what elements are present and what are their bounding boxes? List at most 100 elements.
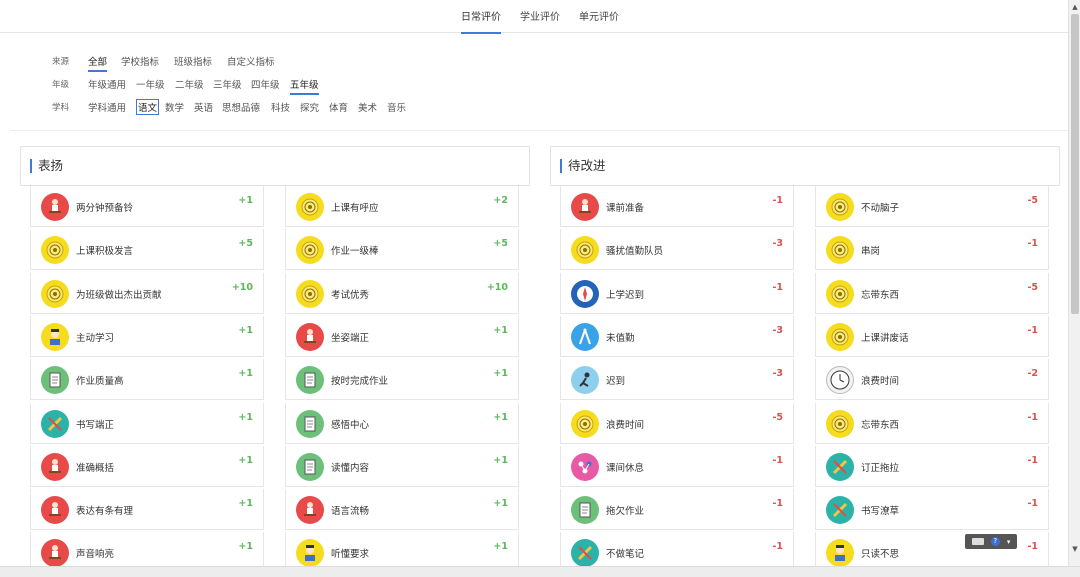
subject-filter-option[interactable]: 探究 xyxy=(300,100,319,116)
subject-filter-option[interactable]: 音乐 xyxy=(387,100,406,116)
scroll-down-arrow-icon[interactable]: ▼ xyxy=(1070,544,1080,554)
praise-item-card[interactable]: 感悟中心 +1 xyxy=(285,402,519,444)
item-name: 上课有呼应 xyxy=(331,203,379,214)
medal-icon xyxy=(826,322,854,351)
medal-icon xyxy=(296,193,324,221)
tab-unit-evaluation[interactable]: 单元评价 xyxy=(579,8,619,32)
source-filter-option[interactable]: 班级指标 xyxy=(174,54,212,70)
item-name: 听懂要求 xyxy=(331,549,370,561)
improve-item-card[interactable]: 骚扰值勤队员 -3 xyxy=(560,229,794,271)
vertical-scrollbar[interactable]: ▲ ▼ xyxy=(1068,0,1080,566)
grade-filter-option[interactable]: 年级通用 xyxy=(88,77,126,93)
item-name: 上课讲废话 xyxy=(861,332,909,344)
grade-filter-option[interactable]: 三年级 xyxy=(213,77,242,93)
subject-filter-option[interactable]: 语文 xyxy=(136,99,160,115)
subject-filter: 学科 学科通用 语文 数学 英语 思想品德 科技 探究 体育 美术 音乐 xyxy=(0,98,700,116)
subject-filter-option[interactable]: 数学 xyxy=(165,100,184,116)
student-icon xyxy=(826,539,854,568)
item-score: +5 xyxy=(238,238,253,250)
item-score: -5 xyxy=(1027,281,1038,293)
item-score: -1 xyxy=(1027,541,1038,553)
source-filter-option[interactable]: 全部 xyxy=(88,54,108,72)
improve-item-card[interactable]: 忘带东西 -5 xyxy=(815,272,1049,314)
subject-filter-option[interactable]: 英语 xyxy=(194,100,213,116)
item-name: 浪费时间 xyxy=(861,376,900,388)
dropdown-icon[interactable]: ▾ xyxy=(1007,537,1011,547)
item-score: +1 xyxy=(238,498,253,510)
item-name: 书写端正 xyxy=(76,419,115,431)
praise-item-card[interactable]: 上课积极发言 +5 xyxy=(30,229,264,271)
improve-item-card[interactable]: 浪费时间 -2 xyxy=(815,359,1049,401)
item-name: 作业质量高 xyxy=(76,376,124,388)
source-filter-option[interactable]: 自定义指标 xyxy=(227,54,275,70)
medal-icon xyxy=(41,279,69,308)
grade-filter-option[interactable]: 四年级 xyxy=(251,77,280,93)
source-filter: 来源 全部 学校指标 班级指标 自定义指标 xyxy=(0,52,700,72)
item-score: +1 xyxy=(493,454,508,466)
praise-item-card[interactable]: 作业一级棒 +5 xyxy=(285,229,519,271)
improve-item-card[interactable]: 串岗 -1 xyxy=(815,229,1049,271)
item-score: -1 xyxy=(772,195,783,206)
scrollbar-thumb[interactable] xyxy=(1071,14,1079,314)
praise-item-card[interactable]: 两分钟预备铃 +1 xyxy=(30,186,264,227)
grade-filter-option[interactable]: 五年级 xyxy=(290,77,319,95)
praise-item-card[interactable]: 准确概括 +1 xyxy=(30,445,264,487)
praise-item-card[interactable]: 作业质量高 +1 xyxy=(30,359,264,401)
keyboard-icon[interactable] xyxy=(971,538,984,545)
item-name: 两分钟预备铃 xyxy=(76,203,134,214)
item-name: 串岗 xyxy=(861,246,881,258)
subject-filter-option[interactable]: 美术 xyxy=(358,100,377,116)
improve-item-card[interactable]: 未值勤 -3 xyxy=(560,315,794,357)
improve-item-card[interactable]: 课前准备 -1 xyxy=(560,186,794,227)
item-score: -1 xyxy=(772,498,783,510)
praise-item-card[interactable]: 考试优秀 +10 xyxy=(285,272,519,314)
input-method-widget[interactable]: ? ▾ xyxy=(965,534,1017,549)
item-name: 书写潦草 xyxy=(861,506,900,518)
improve-item-card[interactable]: 书写潦草 -1 xyxy=(815,489,1049,531)
medal-icon xyxy=(296,236,324,265)
praise-item-card[interactable]: 书写端正 +1 xyxy=(30,402,264,444)
item-score: +1 xyxy=(493,368,508,380)
grade-filter: 年级 年级通用 一年级 二年级 三年级 四年级 五年级 xyxy=(0,75,700,95)
improve-item-card[interactable]: 上课讲废话 -1 xyxy=(815,315,1049,357)
tab-academic-evaluation[interactable]: 学业评价 xyxy=(520,8,560,32)
improve-item-card[interactable]: 课间休息 -1 xyxy=(560,445,794,487)
improve-item-card[interactable]: 迟到 -3 xyxy=(560,359,794,401)
praise-item-card[interactable]: 主动学习 +1 xyxy=(30,315,264,357)
praise-item-card[interactable]: 为班级做出杰出贡献 +10 xyxy=(30,272,264,314)
praise-item-card[interactable]: 上课有呼应 +2 xyxy=(285,186,519,227)
item-score: -1 xyxy=(1027,238,1038,250)
item-name: 浪费时间 xyxy=(606,419,645,431)
grade-filter-option[interactable]: 二年级 xyxy=(175,77,204,93)
scroll-up-arrow-icon[interactable]: ▲ xyxy=(1070,2,1080,12)
praise-item-card[interactable]: 读懂内容 +1 xyxy=(285,445,519,487)
praise-item-card[interactable]: 表达有条有理 +1 xyxy=(30,489,264,531)
improve-item-card[interactable]: 上学迟到 -1 xyxy=(560,272,794,314)
item-score: +1 xyxy=(238,368,253,380)
improve-item-card[interactable]: 订正拖拉 -1 xyxy=(815,445,1049,487)
source-filter-option[interactable]: 学校指标 xyxy=(121,54,159,70)
praise-item-card[interactable]: 坐姿端正 +1 xyxy=(285,315,519,357)
item-score: +1 xyxy=(238,541,253,553)
subject-filter-option[interactable]: 思想品德 xyxy=(222,100,260,116)
subject-filter-option[interactable]: 体育 xyxy=(329,100,348,116)
tab-daily-evaluation[interactable]: 日常评价 xyxy=(461,8,501,34)
praise-item-card[interactable]: 语言流畅 +1 xyxy=(285,489,519,531)
medal-icon xyxy=(826,279,854,308)
improve-item-card[interactable]: 浪费时间 -5 xyxy=(560,402,794,444)
improve-item-card[interactable]: 忘带东西 -1 xyxy=(815,402,1049,444)
help-icon[interactable]: ? xyxy=(990,537,1000,546)
pen-icon xyxy=(571,539,599,568)
medal-icon xyxy=(41,236,69,265)
improve-item-card[interactable]: 不动脑子 -5 xyxy=(815,186,1049,227)
item-name: 上课积极发言 xyxy=(76,246,134,258)
item-score: -1 xyxy=(1027,498,1038,510)
improve-item-card[interactable]: 拖欠作业 -1 xyxy=(560,489,794,531)
praise-item-card[interactable]: 按时完成作业 +1 xyxy=(285,359,519,401)
subject-filter-option[interactable]: 科技 xyxy=(271,100,290,116)
item-name: 迟到 xyxy=(606,376,626,388)
subject-filter-option[interactable]: 学科通用 xyxy=(88,100,126,116)
horizontal-scrollbar[interactable] xyxy=(0,566,1080,577)
student-at-desk-icon xyxy=(571,193,599,221)
grade-filter-option[interactable]: 一年级 xyxy=(136,77,165,93)
